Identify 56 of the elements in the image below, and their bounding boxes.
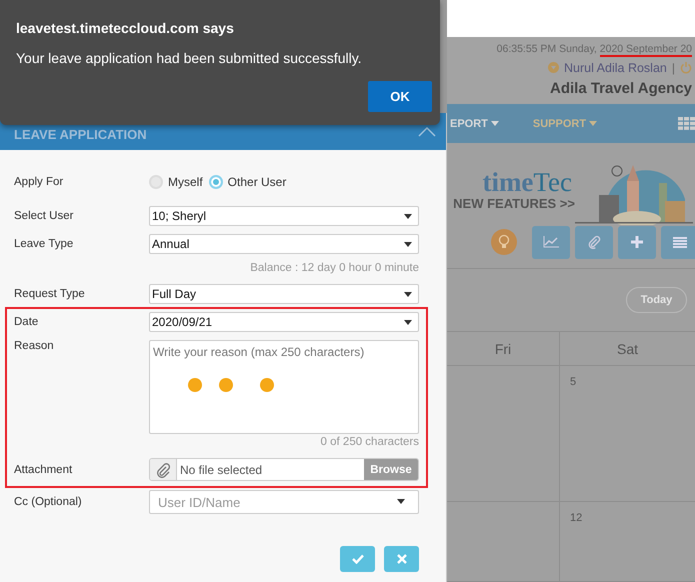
close-icon — [396, 554, 406, 564]
day-header: Fri — [447, 332, 560, 366]
chart-button[interactable] — [532, 226, 570, 258]
field-label: Select User — [14, 210, 74, 222]
line-chart-icon — [543, 236, 559, 248]
caret-icon — [490, 121, 499, 126]
alert-title: leavetest.timeteccloud.com says — [16, 20, 235, 36]
separator-text: | — [672, 60, 675, 75]
field-label: Cc (Optional) — [14, 496, 83, 508]
balance-text: Balance : 12 day 0 hour 0 minute — [250, 262, 419, 276]
field-label: Leave Type — [14, 238, 74, 250]
paperclip-icon — [587, 235, 601, 249]
caret-icon — [404, 214, 412, 218]
caret-down-icon[interactable] — [548, 62, 560, 74]
list-button[interactable] — [661, 226, 695, 258]
field-label: Request Type — [14, 288, 86, 300]
select-field[interactable]: Full Day — [149, 284, 419, 304]
select-field[interactable]: 10; Sheryl — [149, 206, 419, 226]
lightbulb-icon[interactable] — [491, 229, 517, 255]
field-label: Apply For — [14, 176, 64, 188]
caret-icon — [404, 320, 412, 324]
caret-icon — [404, 292, 412, 296]
cancel-button[interactable] — [384, 546, 419, 572]
caret-icon — [404, 242, 412, 246]
radio-option[interactable]: Other User — [208, 175, 286, 189]
ok-button[interactable]: OK — [368, 81, 432, 112]
radio-button[interactable] — [208, 175, 223, 189]
day-number: 12 — [570, 512, 582, 524]
reason-field[interactable]: Write your reason (max 250 characters) — [149, 340, 419, 434]
dialog-title: LEAVE APPLICATION — [14, 126, 147, 142]
select-field[interactable]: Annual — [149, 234, 419, 254]
radio-button[interactable] — [149, 175, 163, 189]
alert-message: Your leave application had been submitted successfully. — [16, 50, 363, 66]
attachment-button[interactable] — [575, 226, 613, 258]
caret-icon — [589, 121, 598, 126]
field-label: Date — [14, 316, 40, 328]
power-icon[interactable] — [680, 61, 692, 74]
caret-icon — [397, 499, 405, 504]
add-button[interactable] — [618, 226, 656, 258]
brand-logo: timeTec — [482, 168, 572, 196]
field-label: Reason — [14, 340, 55, 352]
cc-field[interactable]: User ID/Name — [149, 490, 419, 514]
date-field[interactable]: 2020/09/21 — [149, 312, 419, 332]
company-name: Adila Travel Agency — [550, 80, 692, 97]
confirm-button[interactable] — [340, 546, 375, 572]
apps-grid-icon[interactable] — [678, 117, 695, 130]
day-header: Sat — [560, 332, 695, 366]
character-count: 0 of 250 characters — [320, 436, 419, 450]
check-icon — [352, 554, 364, 564]
chevron-up-icon[interactable] — [418, 126, 436, 136]
list-icon — [673, 236, 687, 248]
radio-option[interactable]: Myself — [149, 175, 203, 189]
plus-icon — [631, 236, 643, 248]
day-number: 5 — [570, 376, 576, 388]
field-label: Attachment — [14, 464, 74, 476]
date-time-text: 06:35:55 PM Sunday, 2020 September 20 — [496, 42, 692, 55]
